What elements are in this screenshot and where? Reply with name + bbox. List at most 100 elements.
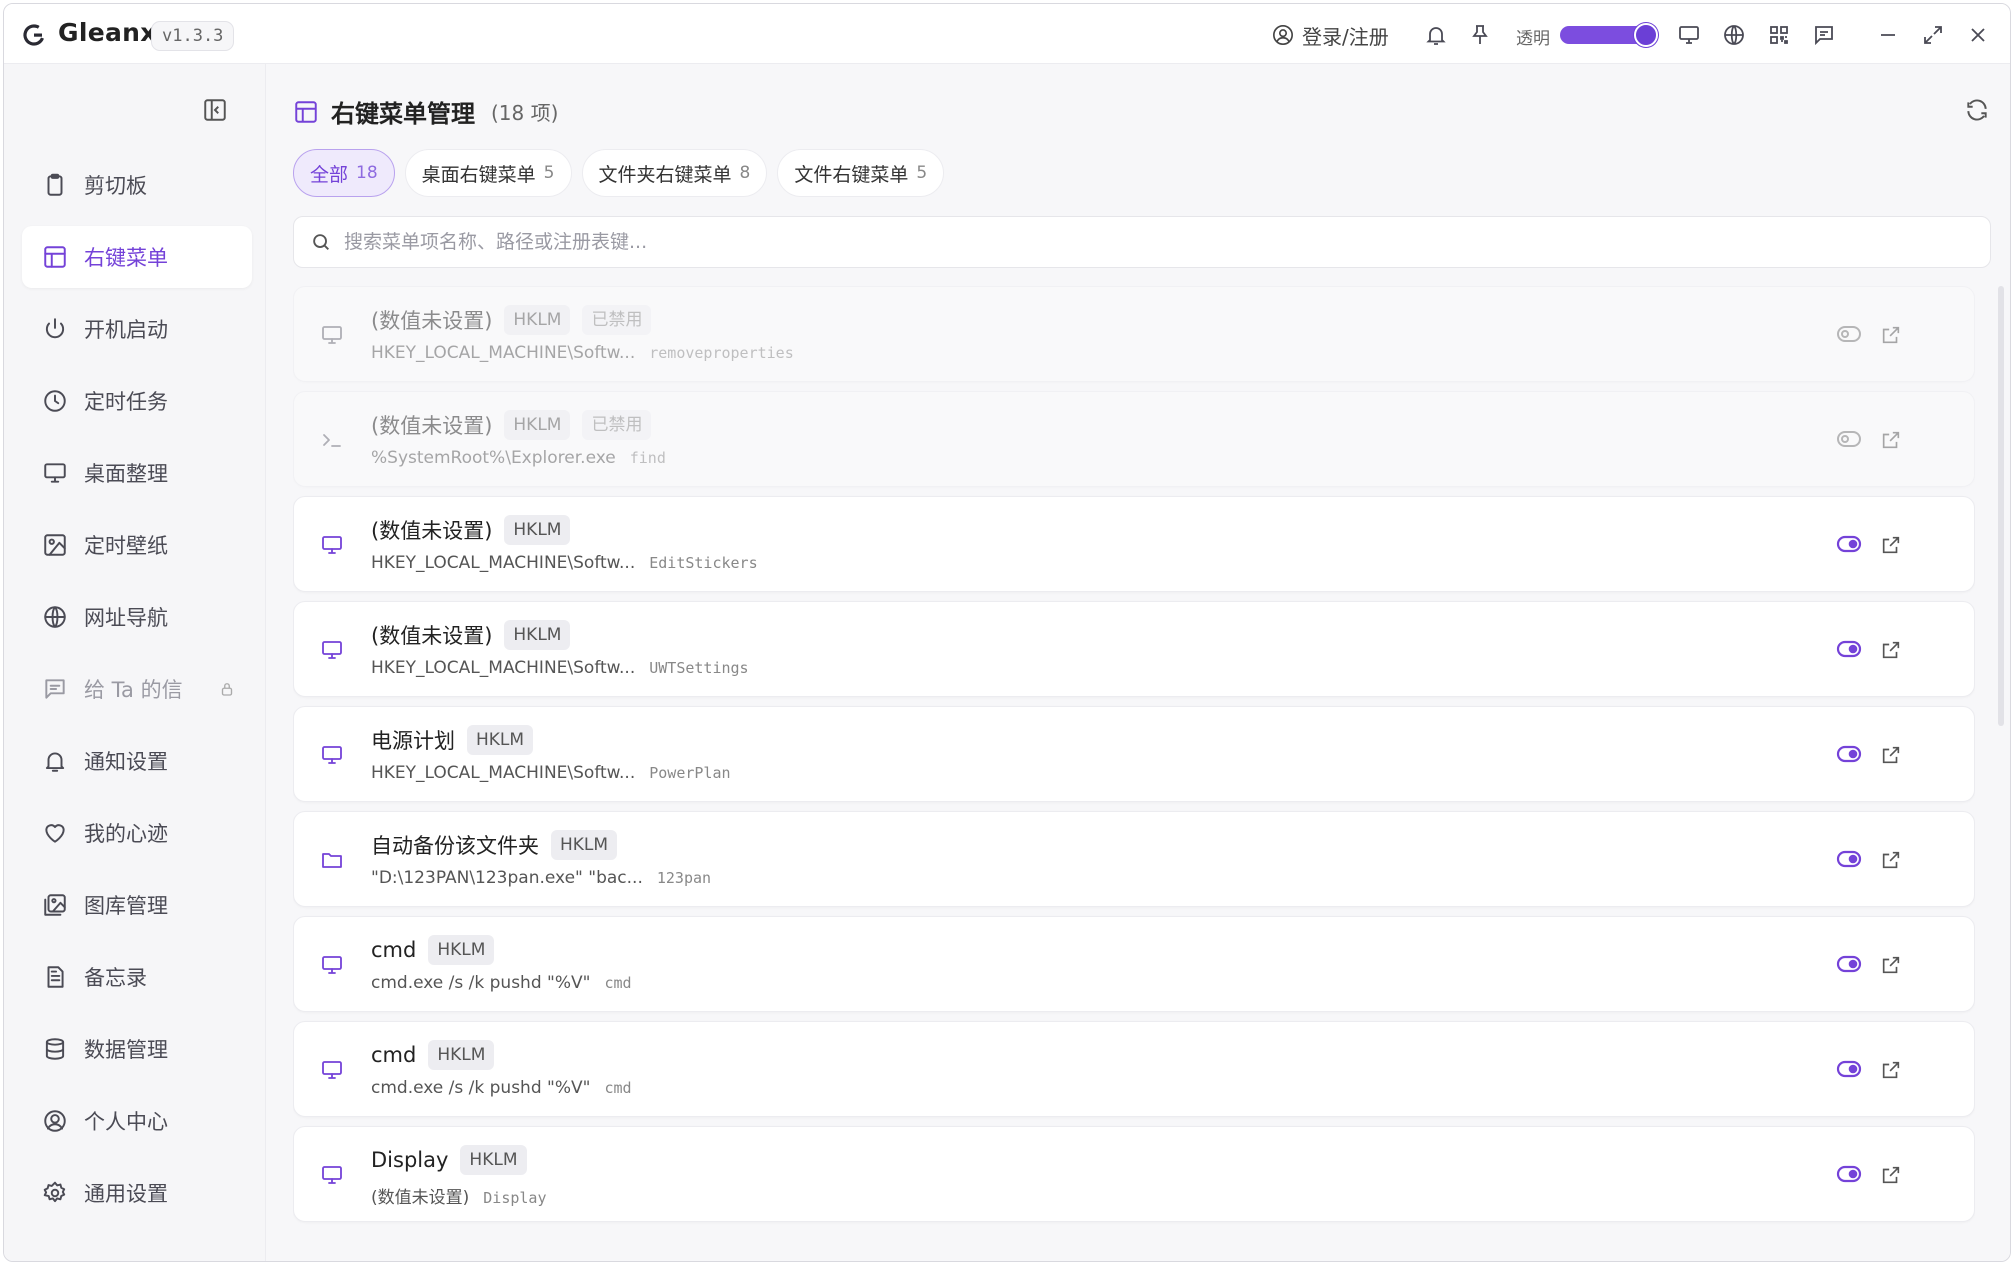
menu-item-row[interactable]: (数值未设置) HKLM 已禁用 HKEY_LOCAL_MACHINE\Softw..…: [293, 286, 1975, 382]
power-icon: [45, 318, 65, 339]
menu-item-name: (数值未设置): [371, 414, 493, 438]
enable-toggle[interactable]: [1836, 324, 1862, 344]
open-external-icon[interactable]: [1880, 954, 1902, 976]
open-external-icon[interactable]: [1880, 744, 1902, 766]
menu-item-row[interactable]: (数值未设置) HKLM HKEY_LOCAL_MACHINE\Softw... Ed…: [293, 496, 1975, 592]
sidebar-item-label: 个人中心: [84, 1110, 168, 1134]
menu-item-row[interactable]: cmd HKLM cmd.exe /s /k pushd "%V" cmd: [293, 916, 1975, 1012]
search-icon: [313, 234, 329, 250]
registry-hive-badge: HKLM: [428, 935, 495, 965]
sidebar-item[interactable]: 右键菜单: [22, 226, 252, 288]
open-external-icon[interactable]: [1880, 534, 1902, 556]
minimize-icon[interactable]: [1876, 23, 1900, 47]
registry-key: Display: [483, 1189, 547, 1207]
page-header: 右键菜单管理 (18 项): [293, 94, 558, 129]
filter-tab[interactable]: 桌面右键菜单 5: [404, 149, 572, 197]
scrollbar[interactable]: [1998, 286, 2004, 726]
registry-key: cmd: [604, 1079, 632, 1097]
clock-icon: [44, 390, 66, 412]
sidebar-collapse-button[interactable]: [202, 97, 228, 123]
status-badge: 已禁用: [582, 305, 652, 335]
menu-item-name: (数值未设置): [371, 624, 493, 648]
layout-icon: [44, 246, 66, 268]
opacity-slider-thumb[interactable]: [1634, 23, 1658, 47]
menu-item-row[interactable]: (数值未设置) HKLM HKEY_LOCAL_MACHINE\Softw... UW…: [293, 601, 1975, 697]
row-type-icon: [320, 638, 344, 662]
search-input[interactable]: [344, 231, 1944, 253]
filter-tab[interactable]: 全部 18: [293, 149, 395, 197]
enable-toggle[interactable]: [1836, 954, 1862, 974]
monitor-icon: [322, 536, 342, 554]
message-icon[interactable]: [1812, 23, 1836, 47]
maximize-icon[interactable]: [1921, 23, 1945, 47]
sidebar-item[interactable]: 我的心迹: [22, 802, 252, 864]
sidebar-item[interactable]: 备忘录: [22, 946, 252, 1008]
user-circle-icon: [1273, 25, 1293, 45]
row-type-icon: [320, 428, 344, 452]
open-external-icon[interactable]: [1880, 324, 1902, 346]
sidebar-item[interactable]: 通知设置: [22, 730, 252, 792]
menu-item-path: cmd.exe /s /k pushd "%V": [371, 1078, 591, 1098]
sidebar-item[interactable]: 网址导航: [22, 586, 252, 648]
registry-hive-badge: HKLM: [551, 830, 618, 860]
pin-icon[interactable]: [1468, 23, 1492, 47]
filter-tab[interactable]: 文件右键菜单 5: [777, 149, 945, 197]
enable-toggle[interactable]: [1836, 639, 1862, 659]
filter-tab[interactable]: 文件夹右键菜单 8: [581, 149, 768, 197]
menu-item-row[interactable]: 自动备份该文件夹 HKLM "D:\123PAN\123pan.exe" "bac.…: [293, 811, 1975, 907]
row-detail-line: HKEY_LOCAL_MACHINE\Softw... EditStickers: [371, 553, 758, 573]
registry-hive-badge: HKLM: [504, 410, 571, 440]
menu-item-path: %SystemRoot%\Explorer.exe: [371, 448, 616, 468]
sidebar-item[interactable]: 定时任务: [22, 370, 252, 432]
login-button[interactable]: 登录/注册: [1272, 20, 1389, 50]
registry-hive-badge: HKLM: [504, 515, 571, 545]
menu-item-row[interactable]: (数值未设置) HKLM 已禁用 %SystemRoot%\Explorer.exe f…: [293, 391, 1975, 487]
enable-toggle[interactable]: [1836, 849, 1862, 869]
sidebar-item[interactable]: 通用设置: [22, 1162, 252, 1224]
enable-toggle[interactable]: [1836, 1059, 1862, 1079]
menu-item-row[interactable]: Display HKLM (数值未设置) Display: [293, 1126, 1975, 1222]
row-title-line: Display HKLM: [371, 1145, 527, 1175]
search-bar[interactable]: [293, 216, 1991, 268]
opacity-slider[interactable]: [1560, 23, 1658, 47]
bell-icon[interactable]: [1424, 23, 1448, 47]
qrcode-icon[interactable]: [1767, 23, 1791, 47]
menu-item-row[interactable]: 电源计划 HKLM HKEY_LOCAL_MACHINE\Softw... Power…: [293, 706, 1975, 802]
open-external-icon[interactable]: [1880, 849, 1902, 871]
refresh-button[interactable]: [1964, 97, 1990, 123]
menu-item-name: cmd: [371, 1043, 417, 1067]
item-count: (18 项): [491, 101, 559, 125]
sidebar-item[interactable]: 图库管理: [22, 874, 252, 936]
monitor-icon: [322, 1061, 342, 1079]
menu-item-row[interactable]: cmd HKLM cmd.exe /s /k pushd "%V" cmd: [293, 1021, 1975, 1117]
tab-count: 18: [356, 163, 378, 183]
sidebar-item[interactable]: 剪切板: [22, 154, 252, 216]
row-title-line: 自动备份该文件夹 HKLM: [371, 830, 618, 860]
close-icon[interactable]: [1966, 23, 1990, 47]
page-title: 右键菜单管理: [331, 100, 475, 128]
row-detail-line: "D:\123PAN\123pan.exe" "bac... 123pan: [371, 868, 711, 888]
sidebar-item[interactable]: 数据管理: [22, 1018, 252, 1080]
enable-toggle[interactable]: [1836, 744, 1862, 764]
enable-toggle[interactable]: [1836, 429, 1862, 449]
registry-key: removeproperties: [649, 344, 794, 362]
row-detail-line: %SystemRoot%\Explorer.exe find: [371, 448, 666, 468]
row-detail-line: (数值未设置) Display: [371, 1183, 546, 1208]
sidebar-item-label: 备忘录: [84, 966, 147, 990]
open-external-icon[interactable]: [1880, 429, 1902, 451]
monitor-icon: [322, 956, 342, 974]
sidebar-item[interactable]: 给 Ta 的信: [22, 658, 252, 720]
registry-hive-badge: HKLM: [428, 1040, 495, 1070]
monitor-icon[interactable]: [1677, 23, 1701, 47]
app-name: Gleanx: [58, 18, 157, 47]
sidebar-item[interactable]: 桌面整理: [22, 442, 252, 504]
sidebar-item[interactable]: 个人中心: [22, 1090, 252, 1152]
open-external-icon[interactable]: [1880, 639, 1902, 661]
enable-toggle[interactable]: [1836, 534, 1862, 554]
sidebar-item[interactable]: 定时壁纸: [22, 514, 252, 576]
open-external-icon[interactable]: [1880, 1164, 1902, 1186]
sidebar-item[interactable]: 开机启动: [22, 298, 252, 360]
enable-toggle[interactable]: [1836, 1164, 1862, 1184]
open-external-icon[interactable]: [1880, 1059, 1902, 1081]
globe-icon[interactable]: [1722, 23, 1746, 47]
